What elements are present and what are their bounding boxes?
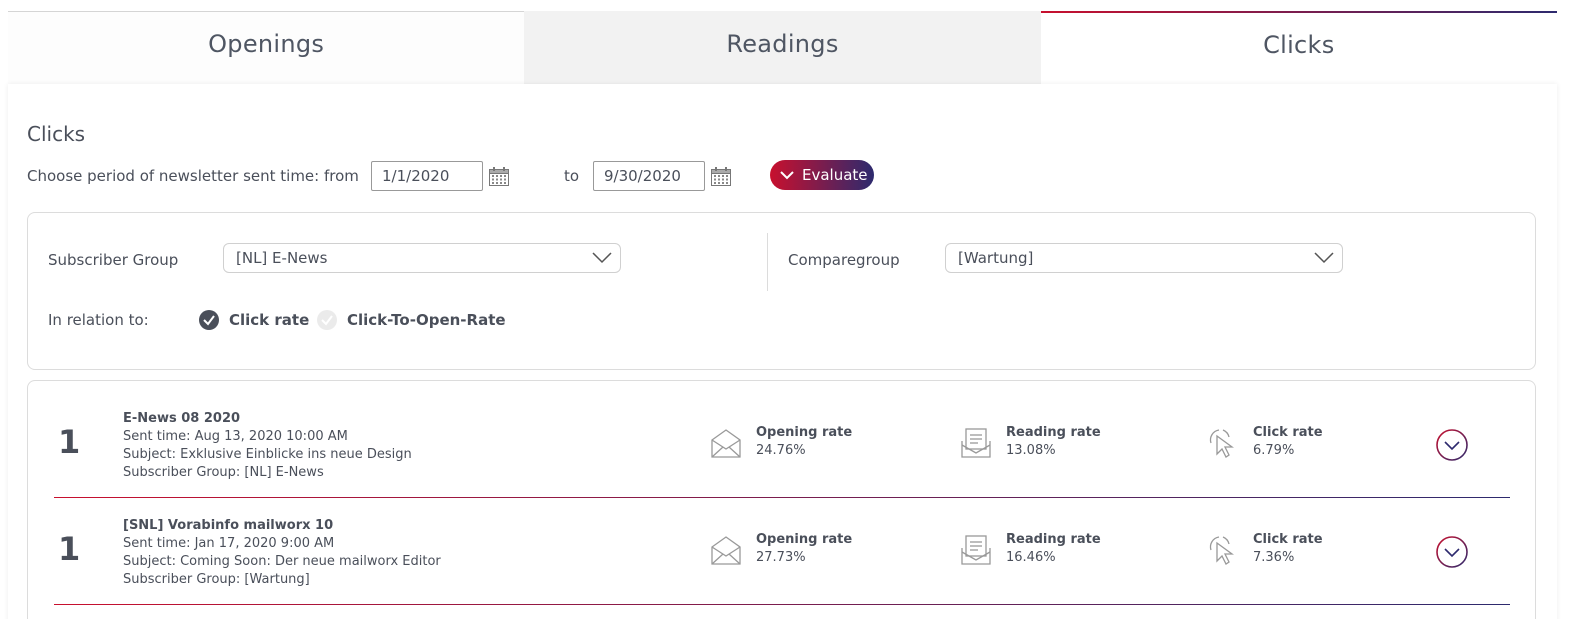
tab-readings-label: Readings bbox=[726, 30, 839, 58]
filter-box: Subscriber Group [NL] E-News Comparegrou… bbox=[27, 212, 1536, 370]
period-selector: Choose period of newsletter sent time: f… bbox=[27, 160, 927, 191]
clicks-panel: Clicks Choose period of newsletter sent … bbox=[8, 84, 1557, 619]
chevron-down-icon bbox=[592, 252, 612, 264]
sent-time: Sent time: Aug 13, 2020 10:00 AM bbox=[123, 429, 348, 444]
letter-read-icon bbox=[961, 428, 991, 458]
from-label: from bbox=[324, 167, 359, 185]
radio-click-rate-label: Click rate bbox=[229, 311, 310, 329]
evaluate-label: Evaluate bbox=[802, 166, 868, 184]
tab-clicks-label: Clicks bbox=[1263, 31, 1335, 59]
opening-rate-value: 27.73% bbox=[756, 550, 806, 565]
expand-circle-icon[interactable] bbox=[1436, 536, 1468, 568]
comparegroup-label: Comparegroup bbox=[788, 251, 900, 269]
reading-rate-value: 16.46% bbox=[1006, 550, 1056, 565]
results-list: 1 E-News 08 2020 Sent time: Aug 13, 2020… bbox=[27, 380, 1536, 619]
relation-label: In relation to: bbox=[48, 311, 149, 329]
click-rate-value: 6.79% bbox=[1253, 443, 1295, 458]
subject: Subject: Coming Soon: Der neue mailworx … bbox=[123, 554, 441, 569]
tab-openings-label: Openings bbox=[208, 30, 325, 58]
subscriber-group: Subscriber Group: [NL] E-News bbox=[123, 465, 324, 480]
tab-bar: Openings Readings Clicks bbox=[8, 11, 1557, 84]
period-label: Choose period of newsletter sent time: bbox=[27, 167, 320, 185]
result-rank: 1 bbox=[58, 530, 81, 568]
row-separator bbox=[54, 604, 1510, 605]
comparegroup-select[interactable]: [Wartung] bbox=[945, 243, 1343, 273]
check-circle-icon bbox=[317, 310, 337, 330]
chevron-down-icon bbox=[780, 171, 794, 180]
tab-clicks[interactable]: Clicks bbox=[1040, 11, 1557, 84]
filter-divider bbox=[767, 233, 768, 291]
reading-rate-label: Reading rate bbox=[1006, 425, 1101, 440]
result-info: [SNL] Vorabinfo mailworx 10 Sent time: J… bbox=[123, 517, 441, 589]
tab-openings[interactable]: Openings bbox=[8, 11, 525, 84]
tab-readings[interactable]: Readings bbox=[524, 11, 1041, 84]
reading-rate-value: 13.08% bbox=[1006, 443, 1056, 458]
to-label: to bbox=[564, 167, 580, 185]
letter-read-icon bbox=[961, 535, 991, 565]
result-info: E-News 08 2020 Sent time: Aug 13, 2020 1… bbox=[123, 410, 412, 482]
result-row: 1 [SNL] Vorabinfo mailworx 10 Sent time:… bbox=[54, 498, 1510, 605]
radio-click-to-open-rate[interactable]: Click-To-Open-Rate bbox=[317, 310, 506, 330]
opening-rate-label: Opening rate bbox=[756, 425, 853, 440]
calendar-icon[interactable] bbox=[489, 167, 509, 186]
page-title: Clicks bbox=[27, 122, 86, 146]
expand-circle-icon[interactable] bbox=[1436, 429, 1468, 461]
subscriber-group-value: [NL] E-News bbox=[236, 249, 328, 267]
result-rank: 1 bbox=[58, 423, 81, 461]
radio-click-to-open-rate-label: Click-To-Open-Rate bbox=[347, 311, 506, 329]
click-rate-label: Click rate bbox=[1253, 425, 1323, 440]
sent-time: Sent time: Jan 17, 2020 9:00 AM bbox=[123, 536, 335, 551]
subscriber-group-select[interactable]: [NL] E-News bbox=[223, 243, 621, 273]
opening-rate-value: 24.76% bbox=[756, 443, 806, 458]
comparegroup-value: [Wartung] bbox=[958, 249, 1034, 267]
calendar-icon[interactable] bbox=[711, 167, 731, 186]
envelope-open-icon bbox=[711, 429, 741, 458]
cursor-click-icon bbox=[1209, 536, 1234, 565]
check-circle-icon bbox=[199, 310, 219, 330]
subject: Subject: Exklusive Einblicke ins neue De… bbox=[123, 447, 412, 462]
click-rate-value: 7.36% bbox=[1253, 550, 1295, 565]
to-date-input[interactable] bbox=[593, 161, 705, 191]
newsletter-name: [SNL] Vorabinfo mailworx 10 bbox=[123, 518, 334, 533]
click-rate-label: Click rate bbox=[1253, 532, 1323, 547]
reading-rate-label: Reading rate bbox=[1006, 532, 1101, 547]
subscriber-group: Subscriber Group: [Wartung] bbox=[123, 572, 310, 587]
opening-rate-label: Opening rate bbox=[756, 532, 853, 547]
evaluate-button[interactable]: Evaluate bbox=[770, 160, 874, 190]
subscriber-group-label: Subscriber Group bbox=[48, 251, 179, 269]
envelope-open-icon bbox=[711, 536, 741, 565]
radio-click-rate[interactable]: Click rate bbox=[199, 310, 309, 330]
result-row: 1 E-News 08 2020 Sent time: Aug 13, 2020… bbox=[54, 391, 1510, 498]
cursor-click-icon bbox=[1209, 429, 1234, 458]
newsletter-name: E-News 08 2020 bbox=[123, 411, 241, 426]
from-date-input[interactable] bbox=[371, 161, 483, 191]
chevron-down-icon bbox=[1314, 252, 1334, 264]
